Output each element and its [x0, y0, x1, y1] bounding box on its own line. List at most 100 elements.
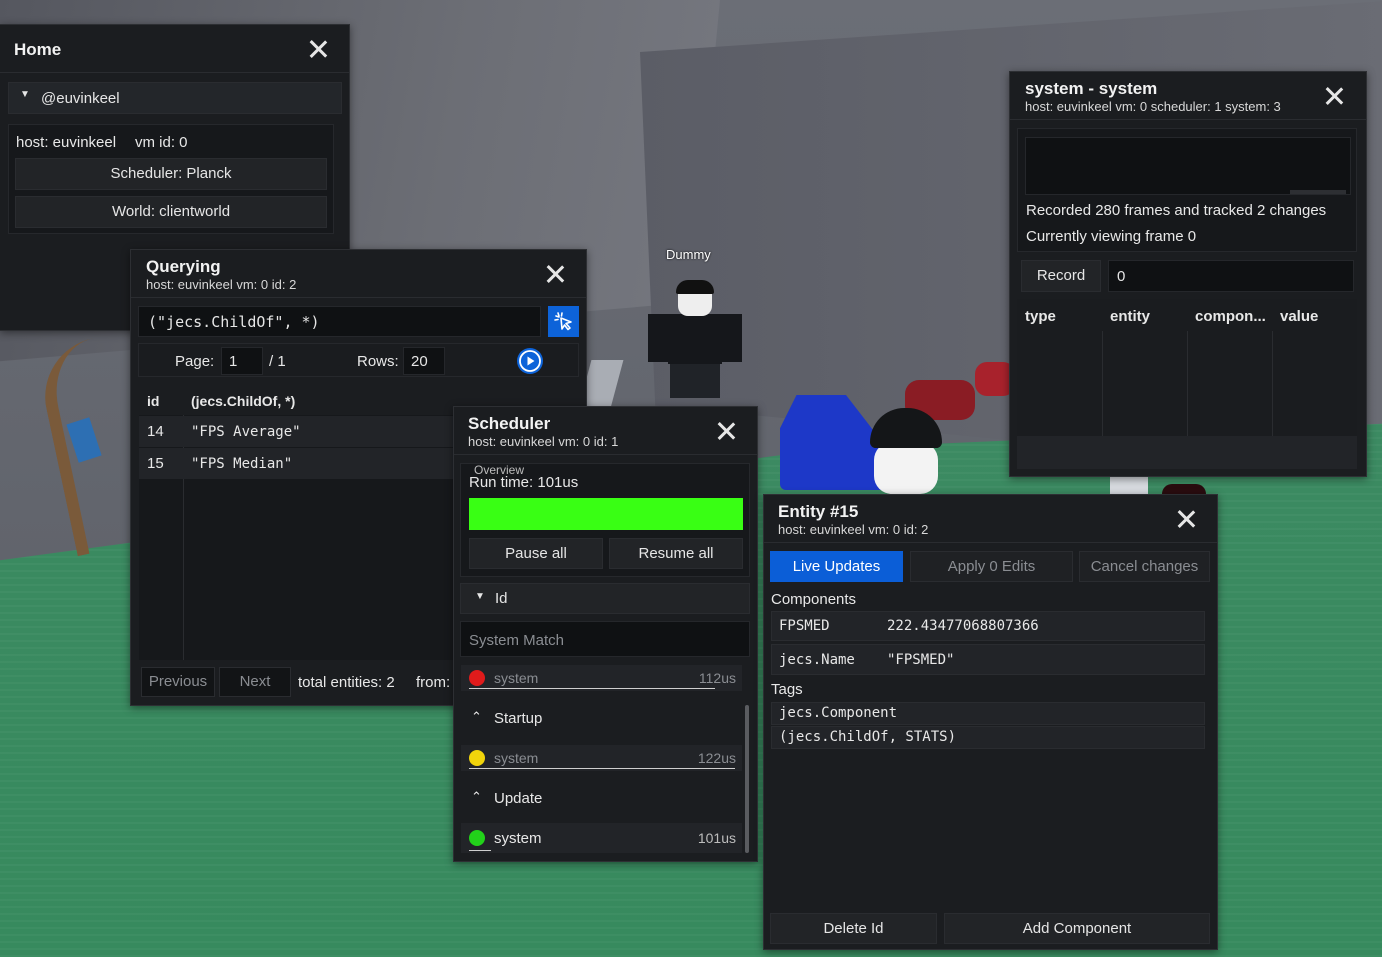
system-name: system: [494, 830, 542, 847]
system-name: system: [494, 670, 539, 686]
user-dropdown[interactable]: ▼ @euvinkeel: [8, 82, 342, 114]
world-button[interactable]: World: clientworld: [15, 196, 327, 228]
rows-label: Rows:: [357, 353, 399, 370]
frame-timeline[interactable]: [1025, 137, 1351, 195]
col-childof: (jecs.ChildOf, *): [191, 393, 296, 409]
system-window: system - system host: euvinkeel vm: 0 sc…: [1009, 71, 1367, 477]
status-dot-red: [469, 670, 485, 686]
col-type: type: [1025, 308, 1056, 325]
scheduler-window: Scheduler host: euvinkeel vm: 0 id: 1 Ov…: [453, 406, 758, 862]
home-close-icon[interactable]: [307, 38, 329, 60]
record-button[interactable]: Record: [1021, 260, 1101, 292]
live-updates-button[interactable]: Live Updates: [770, 551, 903, 582]
col-id: id: [147, 393, 160, 409]
querying-title: Querying: [146, 257, 221, 276]
system-match-input[interactable]: System Match: [460, 621, 750, 657]
chevron-up-icon: ⌃: [471, 709, 482, 724]
component-name: FPSMED: [779, 618, 830, 634]
system-row[interactable]: system 101us: [461, 823, 742, 853]
delete-id-button[interactable]: Delete Id: [770, 913, 937, 944]
entity-close-icon[interactable]: [1175, 508, 1197, 530]
component-value: "FPSMED": [887, 652, 955, 668]
add-component-button[interactable]: Add Component: [944, 913, 1210, 944]
play-button[interactable]: [517, 348, 543, 374]
host-panel: host: euvinkeel vm id: 0 Scheduler: Plan…: [8, 124, 334, 234]
tag-row[interactable]: jecs.Component: [771, 702, 1205, 725]
total-entities: total entities: 2: [298, 674, 395, 691]
rows-input[interactable]: 20: [403, 347, 445, 375]
system-row[interactable]: system 122us: [461, 745, 742, 771]
tag-row[interactable]: (jecs.ChildOf, STATS): [771, 726, 1205, 749]
col-entity: entity: [1110, 308, 1151, 325]
viewing-text: Currently viewing frame 0: [1026, 228, 1197, 245]
select-icon-button[interactable]: [548, 306, 579, 337]
scheduler-button[interactable]: Scheduler: Planck: [15, 158, 327, 190]
resume-all-button[interactable]: Resume all: [609, 538, 743, 569]
play-icon: [519, 350, 541, 372]
chevron-down-icon: ▼: [20, 89, 30, 100]
page-total: / 1: [269, 353, 286, 370]
chevron-down-icon: ▼: [475, 591, 485, 602]
changes-table: type entity compon... value: [1017, 299, 1357, 469]
group-update[interactable]: ⌃ Update: [461, 783, 741, 813]
user-label: @euvinkeel: [41, 90, 120, 107]
system-subtitle: host: euvinkeel vm: 0 scheduler: 1 syste…: [1025, 99, 1281, 114]
vm-label: vm id: 0: [135, 134, 188, 151]
scheduler-subtitle: host: euvinkeel vm: 0 id: 1: [468, 434, 619, 449]
group-startup[interactable]: ⌃ Startup: [461, 703, 741, 733]
page-input[interactable]: 1: [221, 347, 263, 375]
system-name: system: [494, 750, 539, 766]
next-button[interactable]: Next: [219, 667, 291, 697]
id-section-label: Id: [495, 590, 508, 607]
system-time: 112us: [698, 670, 736, 686]
query-text: ("jecs.ChildOf", *): [148, 313, 320, 331]
player-avatar: [870, 408, 942, 494]
entity-title: Entity #15: [778, 502, 859, 521]
pause-all-button[interactable]: Pause all: [469, 538, 603, 569]
cancel-changes-button[interactable]: Cancel changes: [1079, 551, 1210, 582]
query-input[interactable]: ("jecs.ChildOf", *): [138, 306, 541, 337]
scrollbar[interactable]: [745, 705, 749, 853]
querying-close-icon[interactable]: [544, 263, 566, 285]
table-header: type entity compon... value: [1017, 299, 1357, 331]
system-time: 122us: [697, 750, 736, 766]
page-label: Page:: [175, 353, 215, 370]
scheduler-title: Scheduler: [468, 414, 551, 433]
entity-subtitle: host: euvinkeel vm: 0 id: 2: [778, 522, 929, 537]
run-time-bar-fill: [469, 498, 743, 530]
recorded-text: Recorded 280 frames and tracked 2 change…: [1026, 202, 1327, 219]
home-title: Home: [14, 40, 62, 59]
component-row[interactable]: FPSMED 222.43477068807366: [771, 611, 1205, 641]
components-label: Components: [771, 591, 857, 608]
system-row[interactable]: system 112us: [461, 665, 742, 691]
dummy-nametag: Dummy: [666, 247, 711, 262]
pagination-bar: Page: 1 / 1 Rows: 20: [138, 343, 579, 377]
run-time-label: Run time: 101us: [469, 474, 579, 491]
status-dot-yellow: [469, 750, 485, 766]
id-section-toggle[interactable]: ▼ Id: [460, 583, 750, 614]
timeline-cursor[interactable]: [1290, 190, 1346, 194]
querying-subtitle: host: euvinkeel vm: 0 id: 2: [146, 277, 297, 292]
from-label: from:: [416, 674, 451, 691]
col-value: value: [1280, 308, 1319, 325]
group-label: Startup: [494, 710, 543, 727]
status-dot-green: [469, 830, 485, 846]
host-label: host: euvinkeel: [16, 134, 117, 151]
recording-panel: Recorded 280 frames and tracked 2 change…: [1017, 128, 1357, 252]
run-time-bar-track: [469, 498, 743, 530]
chevron-up-icon: ⌃: [471, 789, 482, 804]
scheduler-close-icon[interactable]: [715, 420, 737, 442]
previous-button[interactable]: Previous: [141, 667, 215, 697]
system-close-icon[interactable]: [1323, 85, 1345, 107]
apply-edits-button[interactable]: Apply 0 Edits: [910, 551, 1073, 582]
frame-input[interactable]: 0: [1108, 260, 1354, 292]
cursor-click-icon: [554, 312, 572, 331]
entity-window: Entity #15 host: euvinkeel vm: 0 id: 2 L…: [763, 494, 1218, 950]
component-row[interactable]: jecs.Name "FPSMED": [771, 644, 1205, 675]
component-name: jecs.Name: [779, 652, 855, 668]
overview-panel: Overview Run time: 101us Pause all Resum…: [460, 463, 750, 577]
system-title: system - system: [1025, 79, 1158, 98]
component-value: 222.43477068807366: [887, 618, 1039, 634]
group-label: Update: [494, 790, 543, 807]
dummy-character: [648, 280, 742, 398]
